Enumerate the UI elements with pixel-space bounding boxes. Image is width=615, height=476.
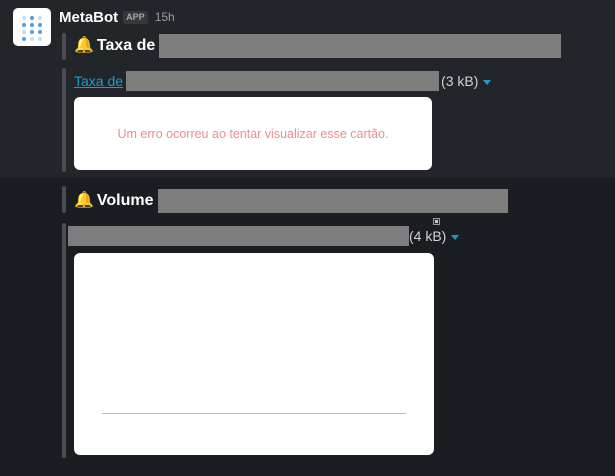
card-preview[interactable]: [74, 253, 434, 455]
redacted-text: [159, 34, 562, 58]
message-header: MetaBot APP 15h: [59, 7, 175, 27]
file-link[interactable]: Taxa de: [74, 73, 123, 89]
attachment-bar: [62, 186, 66, 213]
metabot-avatar[interactable]: [13, 8, 51, 46]
alert-title: 🔔 Volume: [74, 189, 508, 213]
chevron-down-icon[interactable]: [483, 79, 492, 85]
chevron-down-icon[interactable]: [451, 234, 460, 240]
bot-name[interactable]: MetaBot: [59, 9, 118, 26]
file-size: (4 kB): [409, 228, 447, 244]
app-badge: APP: [123, 10, 148, 24]
attachment-bar: [62, 223, 66, 458]
redacted-text: [68, 226, 409, 246]
error-message: Um erro ocorreu ao tentar visualizar ess…: [117, 127, 389, 141]
attachment-bar: [62, 68, 66, 172]
slack-channel-view: MetaBot APP 15h 🔔 Taxa de Taxa de (3 kB)…: [0, 0, 615, 476]
file-size: (3 kB): [441, 73, 479, 89]
chart-axis: [102, 413, 406, 414]
card-preview[interactable]: Um erro ocorreu ao tentar visualizar ess…: [74, 97, 432, 170]
redacted-text: [157, 189, 508, 213]
alert-title-text: Volume: [96, 192, 154, 209]
message-timestamp[interactable]: 15h: [155, 10, 175, 24]
bell-icon: 🔔: [74, 37, 94, 54]
file-row: Taxa de (3 kB): [74, 71, 492, 91]
attachment-bar: [62, 33, 66, 60]
file-row: (4 kB): [68, 226, 460, 246]
redacted-text: [126, 71, 440, 91]
alert-title: 🔔 Taxa de: [74, 34, 562, 58]
alert-title-text: Taxa de: [96, 37, 156, 54]
image-icon: [433, 218, 440, 225]
bell-icon: 🔔: [74, 192, 94, 209]
